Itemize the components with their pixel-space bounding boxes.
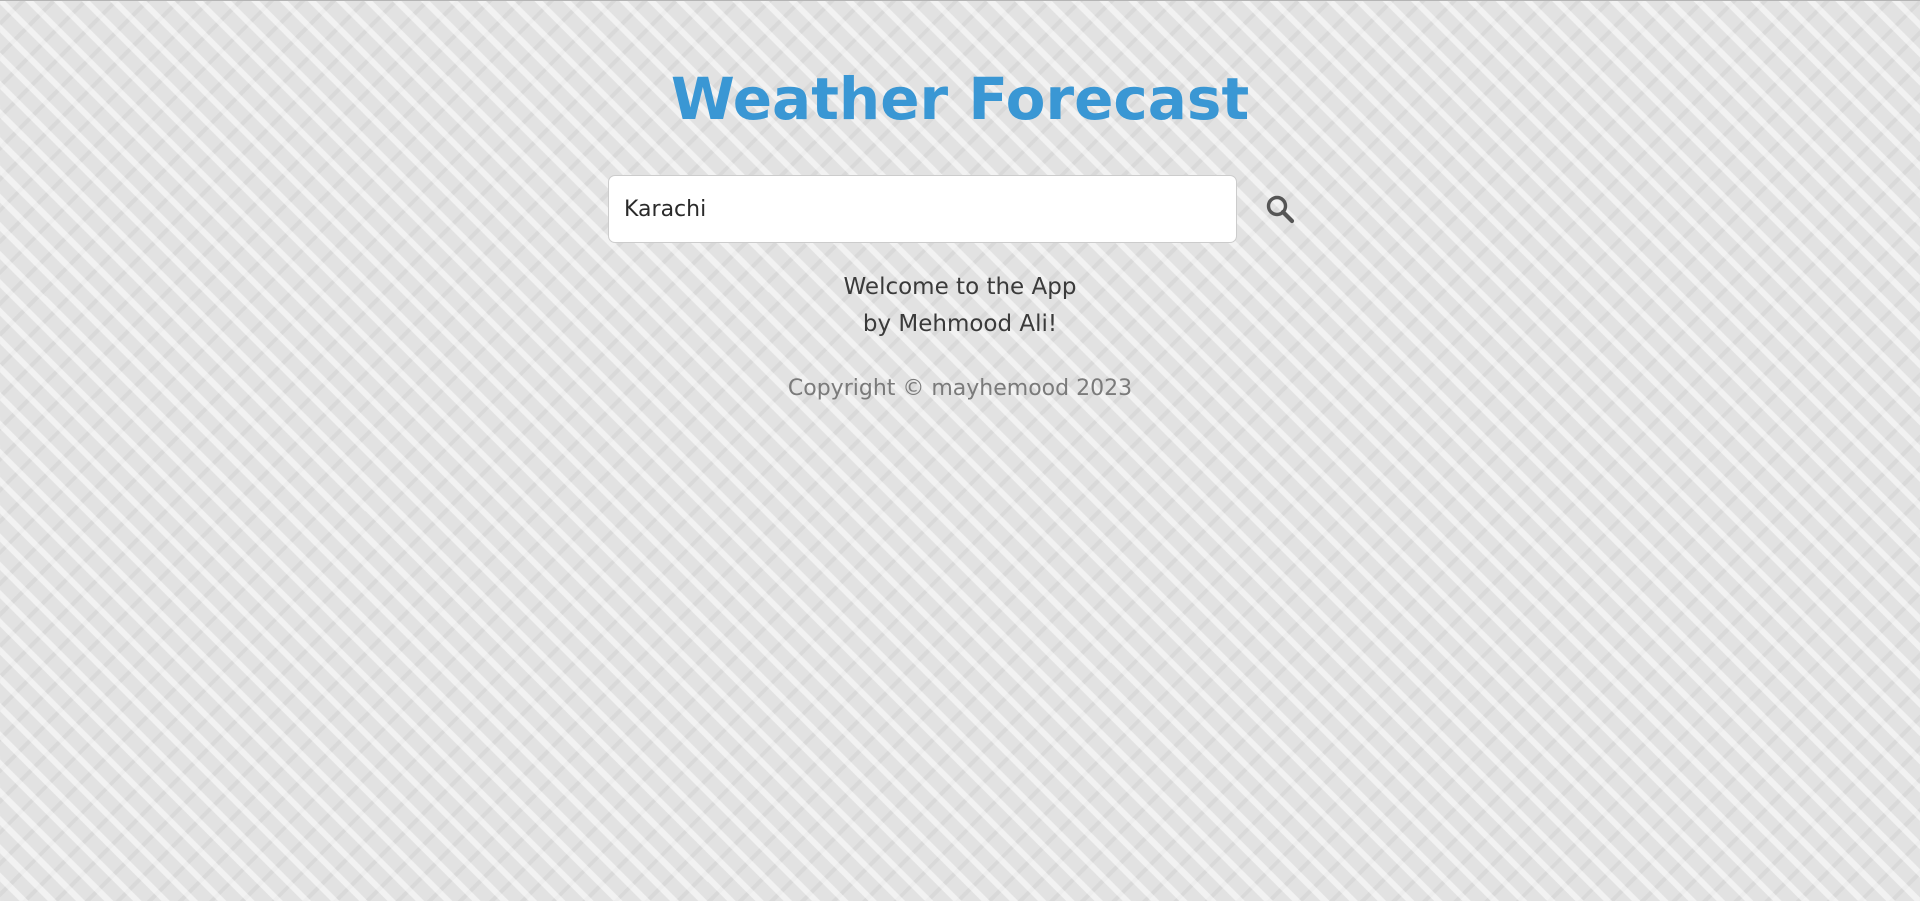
- search-bar: [608, 175, 1298, 243]
- search-icon: [1260, 189, 1300, 229]
- search-button[interactable]: [1260, 189, 1300, 229]
- welcome-line-2: by Mehmood Ali!: [862, 311, 1058, 337]
- weather-app: Weather Forecast Welcome to the App by M…: [0, 1, 1920, 901]
- welcome-line-1: Welcome to the App: [843, 274, 1077, 300]
- page-title: Weather Forecast: [670, 65, 1250, 133]
- copyright-text: Copyright © mayhemood 2023: [787, 376, 1133, 401]
- city-search-input[interactable]: [608, 175, 1237, 243]
- welcome-message: Welcome to the App by Mehmood Ali!: [0, 269, 1920, 343]
